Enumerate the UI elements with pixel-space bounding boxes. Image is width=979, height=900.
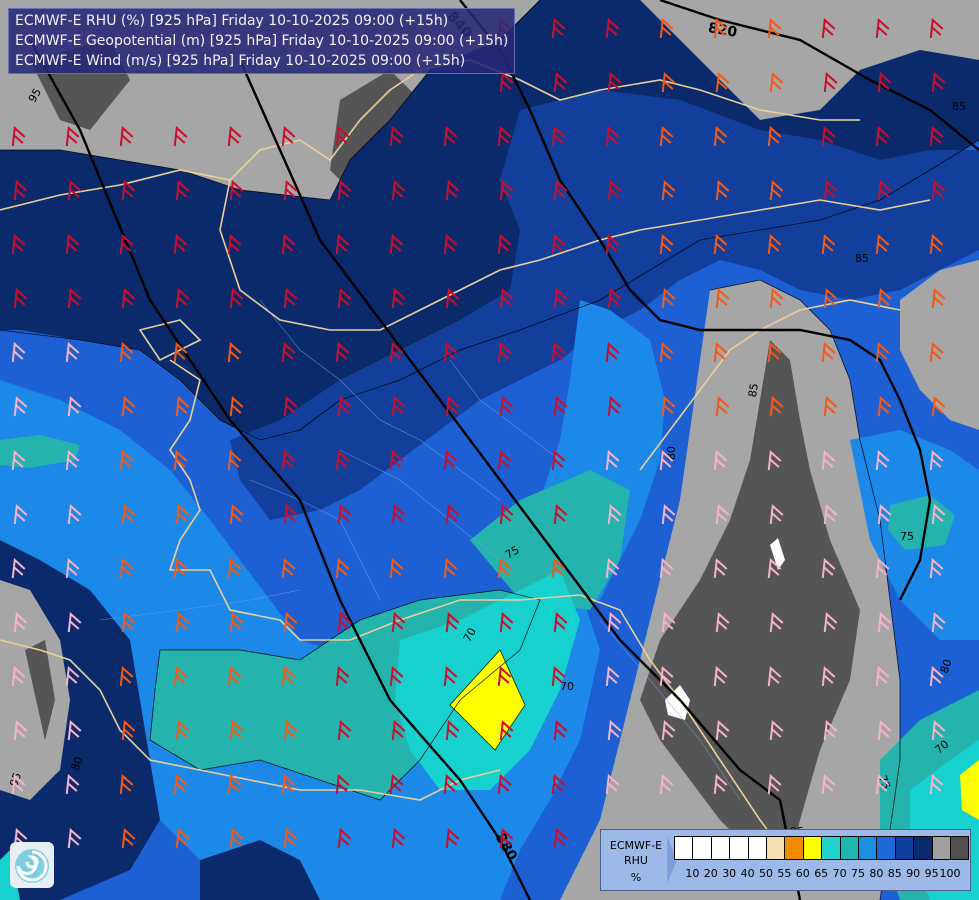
rhu-label: 80 [665, 446, 678, 460]
weather-map[interactable]: 820 840 880 95 85 85 85 80 80 80 75 75 7… [0, 0, 979, 900]
swirl-logo-icon [15, 849, 49, 883]
legend-tick: 20 [703, 867, 718, 880]
legend-swatch [729, 836, 749, 860]
legend-tick: 90 [906, 867, 921, 880]
legend-tick: 55 [777, 867, 792, 880]
legend-swatch [802, 836, 823, 860]
legend-swatch [931, 836, 951, 860]
legend-swatch [766, 836, 786, 860]
legend-swatch [747, 836, 767, 860]
legend-swatch [913, 836, 933, 860]
legend-swatch [839, 836, 859, 860]
legend-swatch [710, 836, 731, 860]
logo [10, 842, 54, 888]
title-wind: ECMWF-E Wind (m/s) [925 hPa] Friday 10-1… [15, 53, 466, 69]
legend-unit: % [630, 871, 642, 884]
rhu-label: 85 [855, 252, 869, 265]
legend-swatch [784, 836, 804, 860]
legend-model: ECMWF-E [609, 839, 663, 852]
legend-tick: 85 [887, 867, 902, 880]
rhu-legend: ECMWF-E RHU % 10 20 30 40 50 55 60 65 70 75 80 85 90… [600, 829, 971, 891]
rhu-label: 85 [746, 382, 761, 398]
legend-swatch [821, 836, 841, 860]
legend-variable: RHU [624, 854, 648, 867]
legend-swatch [692, 836, 712, 860]
legend-swatch [950, 836, 970, 860]
legend-tick: 10 [685, 867, 700, 880]
rhu-label: 75 [900, 530, 914, 543]
legend-tick: 70 [832, 867, 847, 880]
legend-tick: 60 [795, 867, 810, 880]
title-rhu: ECMWF-E RHU (%) [925 hPa] Friday 10-10-2… [15, 13, 449, 29]
legend-tick: 75 [851, 867, 865, 880]
legend-tick: 65 [814, 867, 829, 880]
legend-tick: 95 [924, 867, 939, 880]
legend-tick: 40 [740, 867, 755, 880]
legend-tick: 30 [722, 867, 737, 880]
title-box: ECMWF-E RHU (%) [925 hPa] Friday 10-10-2… [8, 8, 516, 74]
legend-swatch [876, 836, 896, 860]
legend-tick: 80 [869, 867, 884, 880]
legend-tick: 100 [939, 867, 961, 880]
rhu-label: 85 [952, 100, 966, 113]
title-geopotential: ECMWF-E Geopotential (m) [925 hPa] Frida… [15, 33, 509, 49]
legend-swatch [858, 836, 878, 860]
legend-swatch [894, 836, 915, 860]
legend-swatch [674, 836, 694, 860]
legend-tick: 50 [759, 867, 773, 880]
